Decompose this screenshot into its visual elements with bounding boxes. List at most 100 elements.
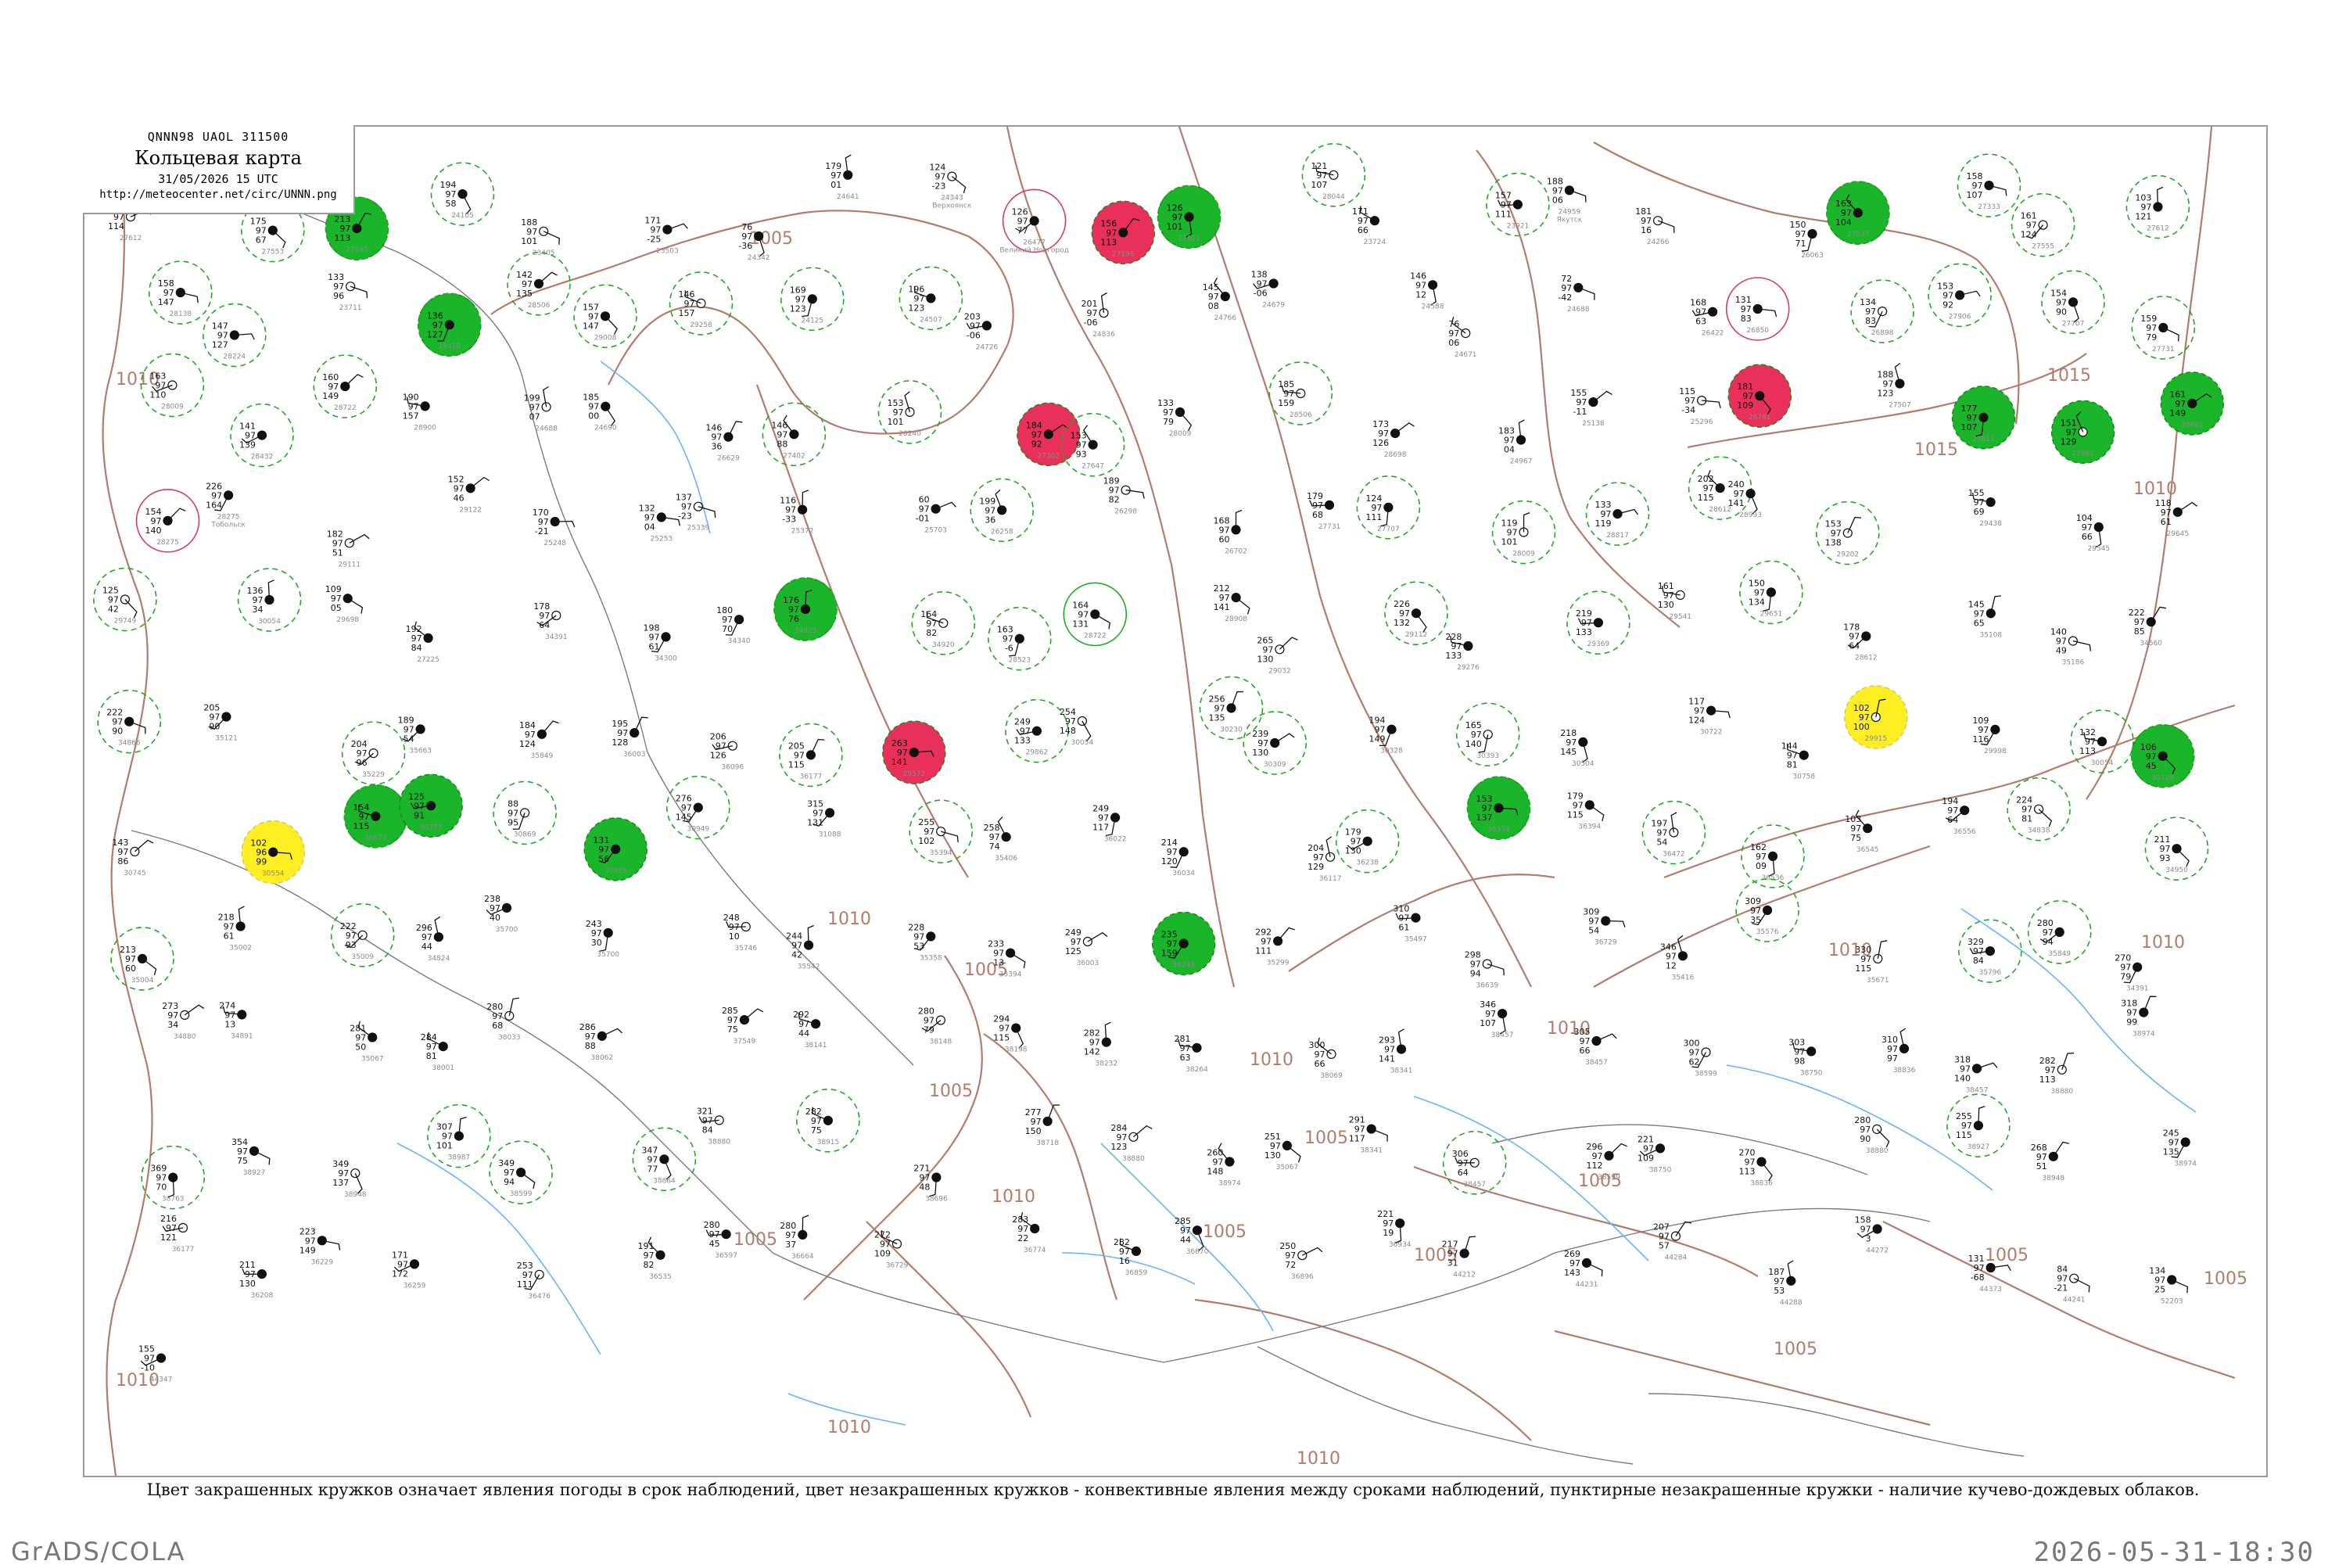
- station-index: 28661: [2181, 422, 2204, 429]
- station-dewpoint: 109: [874, 1249, 891, 1259]
- station-dewpoint: 54: [1656, 838, 1667, 848]
- station-index: 38718: [1036, 1139, 1059, 1147]
- station-index: 25372: [791, 528, 814, 536]
- station-plot: 2219710938750: [1638, 1134, 1672, 1174]
- station-dewpoint: 135: [1209, 712, 1225, 723]
- station-dewpoint: 16: [1119, 1256, 1130, 1266]
- station-plot: 134972552203: [2149, 1266, 2188, 1306]
- station-dewpoint: 90: [112, 727, 123, 737]
- station-dewpoint: 67: [256, 235, 267, 246]
- station-plot: 284978138001: [421, 1032, 454, 1072]
- station-dewpoint: 115: [1698, 493, 1714, 503]
- station-dewpoint: 66: [2082, 532, 2093, 542]
- station-plot: 132970425253: [639, 503, 681, 543]
- station-index: 24342: [748, 254, 770, 262]
- station-index: 38974: [2174, 1161, 2197, 1168]
- station-dewpoint: 85: [2134, 626, 2145, 637]
- station-dewpoint: 116: [1972, 734, 1989, 745]
- station-dewpoint: 42: [108, 605, 119, 615]
- station-index: 38987: [448, 1154, 471, 1162]
- station-index: 35663: [409, 747, 432, 755]
- station-dewpoint: 141: [1214, 602, 1230, 612]
- station-plot: 280979435849: [2027, 900, 2092, 964]
- map-url[interactable]: http://meteocenter.net/circ/UNNN.png: [83, 188, 353, 201]
- station-dewpoint: 75: [237, 1156, 248, 1166]
- station-dewpoint: 131: [1072, 619, 1089, 629]
- station-index: 29438: [1979, 520, 2002, 528]
- station-index: 35497: [1404, 936, 1427, 944]
- station-plot: 1039712127612: [2125, 174, 2190, 239]
- station-dewpoint: 159: [1161, 949, 1178, 959]
- station-dewpoint: 132: [1394, 618, 1410, 628]
- station-dewpoint: 53: [913, 941, 924, 951]
- station-index: 30869: [514, 831, 536, 838]
- station-index: 38062: [590, 1054, 613, 1062]
- station-index: 28722: [334, 404, 357, 412]
- station-index: 35009: [351, 953, 374, 961]
- station-plot: 238974035700: [484, 894, 518, 934]
- station-dewpoint: 141: [891, 757, 908, 767]
- station-index: 38836: [1893, 1067, 1916, 1075]
- station-index: 38880: [708, 1138, 730, 1146]
- station-plot: 3469710738457: [1480, 999, 1513, 1039]
- station-plot: 321978438880: [697, 1106, 731, 1146]
- station-index: 29862: [1026, 749, 1049, 757]
- station-dewpoint: 140: [1954, 1073, 1971, 1083]
- station-plot: 280974536597: [704, 1220, 737, 1260]
- station-dewpoint: 139: [239, 440, 256, 450]
- station-plot: 303979838750: [1788, 1037, 1823, 1077]
- station-dewpoint: 88: [585, 1041, 596, 1051]
- station-index: 25138: [1582, 420, 1605, 428]
- station-dewpoint: 34: [167, 1020, 178, 1030]
- station-plot: 2769714530949: [665, 775, 730, 840]
- station-index: 28009: [161, 404, 184, 411]
- station-index: 38880: [1122, 1155, 1145, 1163]
- station-dewpoint: 107: [1480, 1018, 1496, 1028]
- station-plot: 134978326898: [1850, 279, 1914, 343]
- cloud-cover-icon: [256, 430, 267, 440]
- station-plot: 1549711530673: [343, 784, 408, 849]
- station-index: 35671: [1867, 977, 1889, 985]
- station-dewpoint: 82: [926, 628, 937, 638]
- station-dewpoint: 115: [1956, 1130, 1972, 1140]
- station-plot: 1369712728418: [417, 292, 482, 357]
- station-dewpoint: 92: [1942, 300, 1953, 310]
- station-dewpoint: 138: [1825, 538, 1842, 548]
- station-dewpoint: 123: [1110, 1142, 1127, 1152]
- station-index: 27553: [261, 249, 284, 257]
- station-plot: 136973430054: [237, 568, 302, 632]
- station-dewpoint: 49: [2056, 646, 2067, 656]
- cloud-cover-icon: [1325, 852, 1336, 862]
- station-index: 26850: [1746, 327, 1769, 335]
- station-dewpoint: 130: [1345, 846, 1361, 856]
- station-dewpoint: 157: [679, 308, 695, 318]
- station-index: 35108: [1979, 631, 2002, 639]
- station-plot: 194976436556: [1942, 796, 1976, 836]
- station-index: 28224: [223, 353, 246, 361]
- station-dewpoint: 30: [591, 938, 602, 948]
- station-index: 25253: [650, 535, 673, 543]
- station-index: 36229: [310, 1258, 333, 1266]
- station-index: 44231: [1576, 1281, 1598, 1289]
- cloud-cover-icon: [1329, 170, 1339, 180]
- station-plot: 198976134300: [644, 623, 678, 662]
- station-plot: 1799713036238: [1335, 809, 1400, 874]
- station-index: 35700: [597, 951, 619, 959]
- station-dewpoint: -25: [647, 235, 661, 245]
- station-name: Верхоянск: [932, 203, 972, 210]
- cloud-cover-icon: [124, 716, 135, 727]
- station-index: 44347: [150, 1376, 173, 1384]
- station-index: 38948: [344, 1191, 367, 1199]
- station-name: Великий Новгород: [999, 246, 1069, 254]
- station-index: 38880: [1866, 1147, 1889, 1155]
- station-index: 35849: [2048, 950, 2071, 958]
- station-index: 26898: [1871, 329, 1894, 337]
- station-dewpoint: 63: [1695, 317, 1706, 327]
- station-dewpoint: 63: [1180, 1053, 1191, 1063]
- station-index: 26702: [1225, 547, 1247, 555]
- map-canvas: 1010100510051010100510101005101010151010…: [93, 127, 2247, 1476]
- station-plot: 145976535108: [1968, 595, 2002, 639]
- station-index: 38927: [243, 1169, 266, 1177]
- isobar-label: 1010: [992, 1187, 1035, 1207]
- station-plot: 150977126063: [1790, 220, 1824, 260]
